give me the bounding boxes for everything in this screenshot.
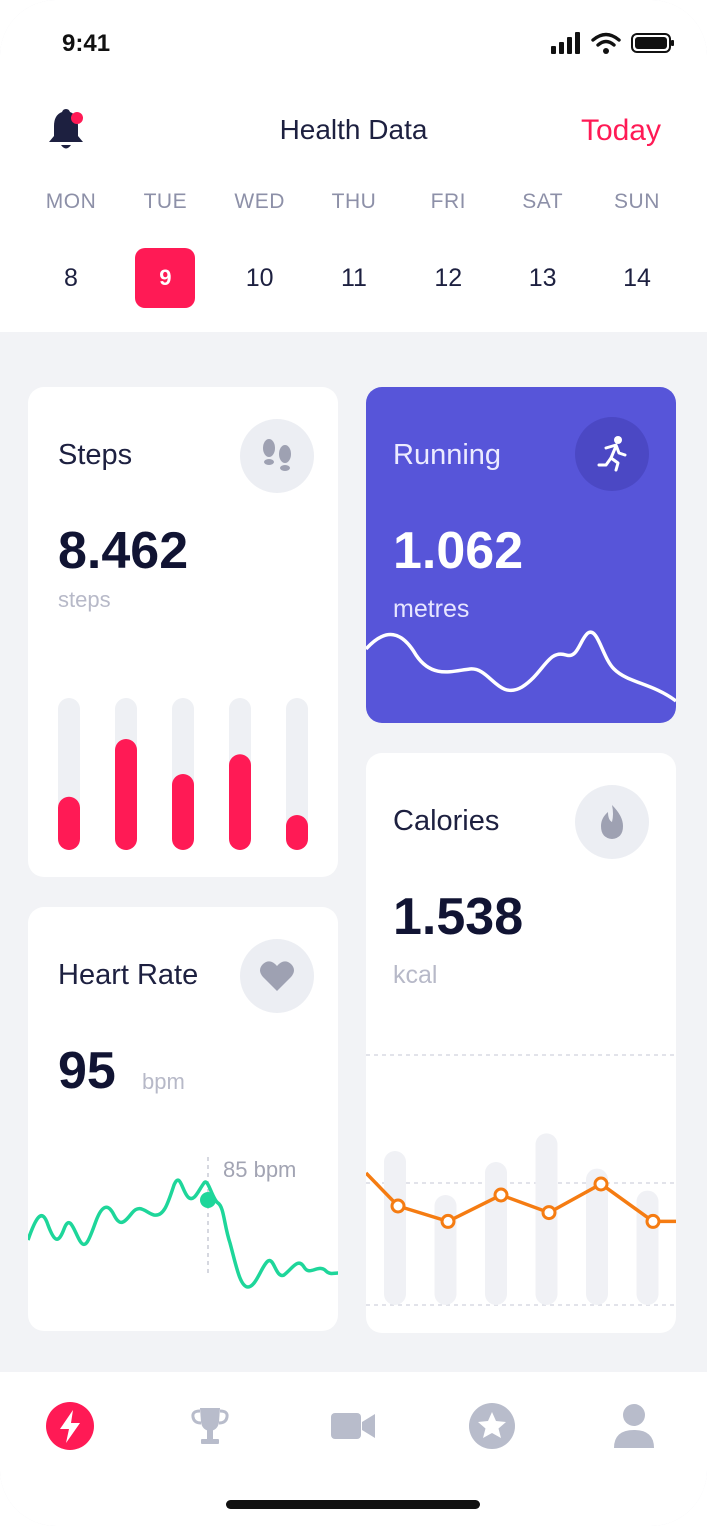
day-number[interactable]: 8 xyxy=(41,248,101,308)
nav-video[interactable] xyxy=(323,1396,383,1456)
steps-card[interactable]: Steps 8.462 steps xyxy=(28,387,338,877)
steps-bar-chart xyxy=(58,698,308,850)
day-name: MON xyxy=(45,190,97,213)
nav-profile[interactable] xyxy=(604,1396,664,1456)
nav-favorites[interactable] xyxy=(462,1396,522,1456)
running-wave xyxy=(366,630,676,703)
calories-chart xyxy=(366,1054,676,1306)
day-name: TUE xyxy=(143,190,188,213)
day-thu[interactable]: THU 11 xyxy=(307,190,401,308)
trophy-icon xyxy=(191,1408,229,1444)
home-indicator[interactable] xyxy=(226,1500,480,1509)
day-sat[interactable]: SAT 13 xyxy=(496,190,590,308)
calories-bar xyxy=(434,1195,457,1305)
day-number[interactable]: 12 xyxy=(418,248,478,308)
day-number[interactable]: 11 xyxy=(324,248,384,308)
steps-bar xyxy=(115,739,137,850)
steps-bar xyxy=(172,774,194,850)
day-fri[interactable]: FRI 12 xyxy=(401,190,495,308)
calories-line xyxy=(366,1171,676,1224)
day-name: SUN xyxy=(614,190,660,213)
header-area: 9:41 Health Data Today MON 8 TUE 9 WED 1… xyxy=(0,0,707,332)
signal-icon xyxy=(551,32,580,54)
day-number[interactable]: 13 xyxy=(513,248,573,308)
profile-icon xyxy=(614,1404,654,1448)
day-number[interactable]: 14 xyxy=(607,248,667,308)
wifi-icon xyxy=(591,32,621,54)
calories-point xyxy=(440,1213,456,1229)
battery-icon xyxy=(631,33,674,53)
calories-point xyxy=(645,1213,661,1229)
calories-bar xyxy=(485,1162,507,1305)
status-time: 9:41 xyxy=(62,30,111,57)
nav-activity[interactable] xyxy=(40,1396,100,1456)
today-button[interactable]: Today xyxy=(581,114,661,148)
calories-point xyxy=(541,1205,557,1221)
steps-bar xyxy=(58,796,80,850)
steps-bar xyxy=(229,754,251,850)
star-icon xyxy=(469,1403,515,1449)
phone-screen: 9:41 Health Data Today MON 8 TUE 9 WED 1… xyxy=(0,0,707,1526)
calories-point xyxy=(593,1176,609,1192)
day-sun[interactable]: SUN 14 xyxy=(590,190,684,308)
lightning-icon xyxy=(46,1402,94,1450)
day-name: FRI xyxy=(430,190,466,213)
steps-bar xyxy=(286,815,308,850)
heart-rate-line-chart: 85 bpm xyxy=(28,1157,338,1289)
day-wed[interactable]: WED 10 xyxy=(213,190,307,308)
video-icon xyxy=(331,1413,375,1439)
day-tue[interactable]: TUE 9 xyxy=(118,190,212,308)
day-number-selected[interactable]: 9 xyxy=(135,248,196,308)
status-icons xyxy=(551,32,675,54)
calories-point xyxy=(390,1198,406,1214)
calories-bar xyxy=(384,1151,406,1305)
day-name: WED xyxy=(234,190,285,213)
nav-achievements[interactable] xyxy=(180,1396,240,1456)
week-selector: MON 8 TUE 9 WED 10 THU 11 FRI 12 SAT 13 SUN 14 xyxy=(24,190,684,308)
day-number[interactable]: 10 xyxy=(230,248,290,308)
calories-bar xyxy=(636,1190,659,1305)
running-card[interactable]: Running 1.062 metres xyxy=(366,387,676,723)
calories-point xyxy=(493,1187,509,1203)
heart-rate-card[interactable]: Heart Rate 95 bpm 85 bpm xyxy=(28,907,338,1331)
calories-card[interactable]: Calories 1.538 kcal xyxy=(366,753,676,1333)
day-mon[interactable]: MON 8 xyxy=(24,190,118,308)
day-name: THU xyxy=(331,190,377,213)
heart-marker-label: 85 bpm xyxy=(223,1157,296,1182)
day-name: SAT xyxy=(522,190,564,213)
